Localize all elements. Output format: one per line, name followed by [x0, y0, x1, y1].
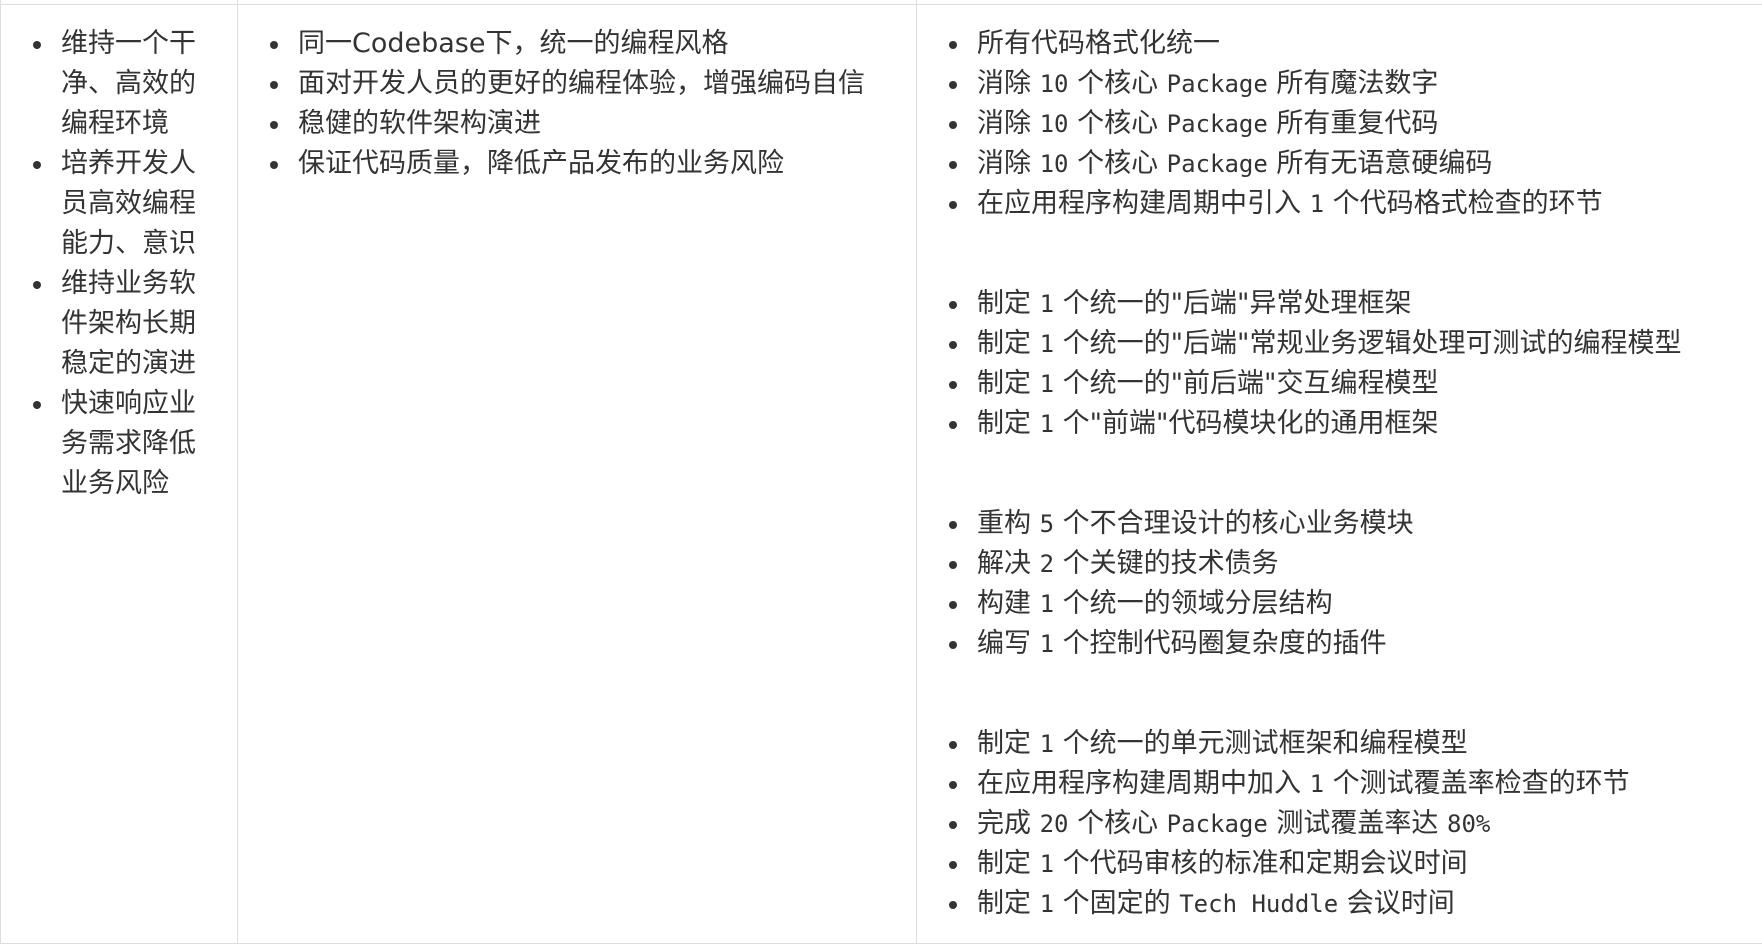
list-item: 重构 5 个不合理设计的核心业务模块 — [917, 504, 1762, 544]
table-row: 维持一个干净、高效的编程环境 培养开发人员高效编程能力、意识 维持业务软件架构长… — [0, 4, 1762, 944]
vision-list: 维持一个干净、高效的编程环境 培养开发人员高效编程能力、意识 维持业务软件架构长… — [1, 5, 237, 504]
objectives-cell: 同一Codebase下，统一的编程风格 面对开发人员的更好的编程体验，增强编码自… — [237, 4, 917, 944]
key-results-group-frameworks: 制定 1 个统一的"后端"异常处理框架 制定 1 个统一的"后端"常规业务逻辑处… — [917, 224, 1762, 444]
list-item: 同一Codebase下，统一的编程风格 — [238, 24, 916, 64]
list-item: 制定 1 个统一的"后端"异常处理框架 — [917, 284, 1762, 324]
goals-table: 维持一个干净、高效的编程环境 培养开发人员高效编程能力、意识 维持业务软件架构长… — [0, 0, 1762, 944]
list-item: 制定 1 个代码审核的标准和定期会议时间 — [917, 844, 1762, 884]
key-results-list: 制定 1 个统一的"后端"异常处理框架 制定 1 个统一的"后端"常规业务逻辑处… — [917, 284, 1762, 444]
list-item: 保证代码质量，降低产品发布的业务风险 — [238, 144, 916, 184]
list-item: 面对开发人员的更好的编程体验，增强编码自信 — [238, 64, 916, 104]
key-results-list: 制定 1 个统一的单元测试框架和编程模型 在应用程序构建周期中加入 1 个测试覆… — [917, 724, 1762, 924]
key-results-group-refactoring: 重构 5 个不合理设计的核心业务模块 解决 2 个关键的技术债务 构建 1 个统… — [917, 444, 1762, 664]
list-item: 构建 1 个统一的领域分层结构 — [917, 584, 1762, 624]
list-item: 完成 20 个核心 Package 测试覆盖率达 80% — [917, 804, 1762, 844]
goals-table-container: 维持一个干净、高效的编程环境 培养开发人员高效编程能力、意识 维持业务软件架构长… — [0, 0, 1762, 944]
list-item: 制定 1 个统一的"前后端"交互编程模型 — [917, 364, 1762, 404]
key-results-group-formatting: 所有代码格式化统一 消除 10 个核心 Package 所有魔法数字 消除 10… — [917, 5, 1762, 224]
list-item: 制定 1 个统一的单元测试框架和编程模型 — [917, 724, 1762, 764]
objectives-list: 同一Codebase下，统一的编程风格 面对开发人员的更好的编程体验，增强编码自… — [238, 5, 916, 184]
list-item: 在应用程序构建周期中加入 1 个测试覆盖率检查的环节 — [917, 764, 1762, 804]
list-item: 解决 2 个关键的技术债务 — [917, 544, 1762, 584]
list-item: 消除 10 个核心 Package 所有无语意硬编码 — [917, 144, 1762, 184]
list-item: 制定 1 个统一的"后端"常规业务逻辑处理可测试的编程模型 — [917, 324, 1762, 364]
key-results-list: 重构 5 个不合理设计的核心业务模块 解决 2 个关键的技术债务 构建 1 个统… — [917, 504, 1762, 664]
list-item: 消除 10 个核心 Package 所有重复代码 — [917, 104, 1762, 144]
key-results-group-testing: 制定 1 个统一的单元测试框架和编程模型 在应用程序构建周期中加入 1 个测试覆… — [917, 664, 1762, 924]
list-item: 快速响应业务需求降低业务风险 — [1, 384, 219, 504]
list-item: 稳健的软件架构演进 — [238, 104, 916, 144]
list-item: 在应用程序构建周期中引入 1 个代码格式检查的环节 — [917, 184, 1762, 224]
list-item: 维持业务软件架构长期稳定的演进 — [1, 264, 219, 384]
list-item: 所有代码格式化统一 — [917, 24, 1762, 64]
list-item: 编写 1 个控制代码圈复杂度的插件 — [917, 624, 1762, 664]
key-results-list: 所有代码格式化统一 消除 10 个核心 Package 所有魔法数字 消除 10… — [917, 24, 1762, 224]
list-item: 消除 10 个核心 Package 所有魔法数字 — [917, 64, 1762, 104]
list-item: 制定 1 个固定的 Tech Huddle 会议时间 — [917, 884, 1762, 924]
key-results-cell: 所有代码格式化统一 消除 10 个核心 Package 所有魔法数字 消除 10… — [916, 4, 1762, 944]
list-item: 维持一个干净、高效的编程环境 — [1, 24, 219, 144]
vision-cell: 维持一个干净、高效的编程环境 培养开发人员高效编程能力、意识 维持业务软件架构长… — [0, 4, 238, 944]
list-item: 制定 1 个"前端"代码模块化的通用框架 — [917, 404, 1762, 444]
list-item: 培养开发人员高效编程能力、意识 — [1, 144, 219, 264]
